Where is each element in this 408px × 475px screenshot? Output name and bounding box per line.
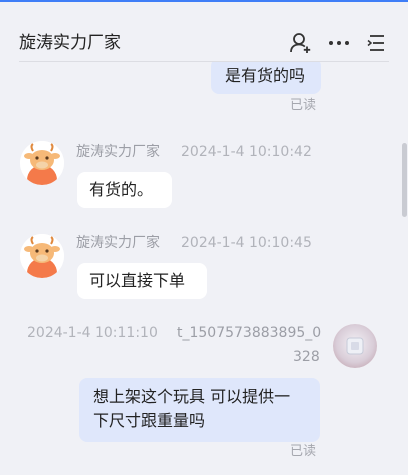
user-add-icon[interactable] (288, 30, 314, 56)
sender-name: 旋涛实力厂家 (76, 144, 160, 160)
menu-icon[interactable] (364, 30, 390, 56)
sender-name: t_1507573883895_0 (177, 325, 322, 341)
read-status: 已读 (290, 444, 317, 459)
seller-avatar[interactable] (20, 234, 64, 278)
chat-header: 旋涛实力厂家 (0, 2, 408, 62)
message-text: 是有货的吗 (225, 66, 306, 85)
more-icon[interactable] (326, 30, 352, 56)
scrollbar[interactable] (402, 143, 407, 217)
seller-avatar[interactable] (20, 141, 64, 185)
message-text: 可以直接下单 (89, 271, 186, 290)
chat-title: 旋涛实力厂家 (19, 33, 121, 53)
user-avatar[interactable] (333, 324, 377, 368)
message-bubble[interactable]: 可以直接下单 (77, 263, 207, 299)
message-time: 2024-1-4 10:10:42 (181, 144, 312, 160)
message-text: 有货的。 (89, 180, 154, 199)
cow-mascot-icon (20, 234, 64, 278)
cow-mascot-icon (20, 141, 64, 185)
sender-name: 旋涛实力厂家 (76, 235, 160, 251)
message-bubble[interactable]: 是有货的吗 (211, 62, 321, 94)
message-time: 2024-1-4 10:10:45 (181, 235, 312, 251)
message-time: 2024-1-4 10:11:10 (27, 325, 158, 341)
read-status: 已读 (290, 98, 317, 113)
message-list[interactable]: 是有货的吗 已读 旋涛实力厂家 2024-1-4 10:10:42 有货的。 旋… (0, 62, 408, 475)
message-text-line: 下尺寸跟重量吗 (93, 411, 206, 430)
message-bubble[interactable]: 想上架这个玩具 可以提供一 下尺寸跟重量吗 (79, 378, 320, 442)
sender-name-continued: 328 (293, 349, 320, 365)
user-avatar-icon (333, 324, 377, 368)
message-bubble[interactable]: 有货的。 (77, 172, 172, 208)
message-text-line: 想上架这个玩具 可以提供一 (93, 387, 291, 406)
